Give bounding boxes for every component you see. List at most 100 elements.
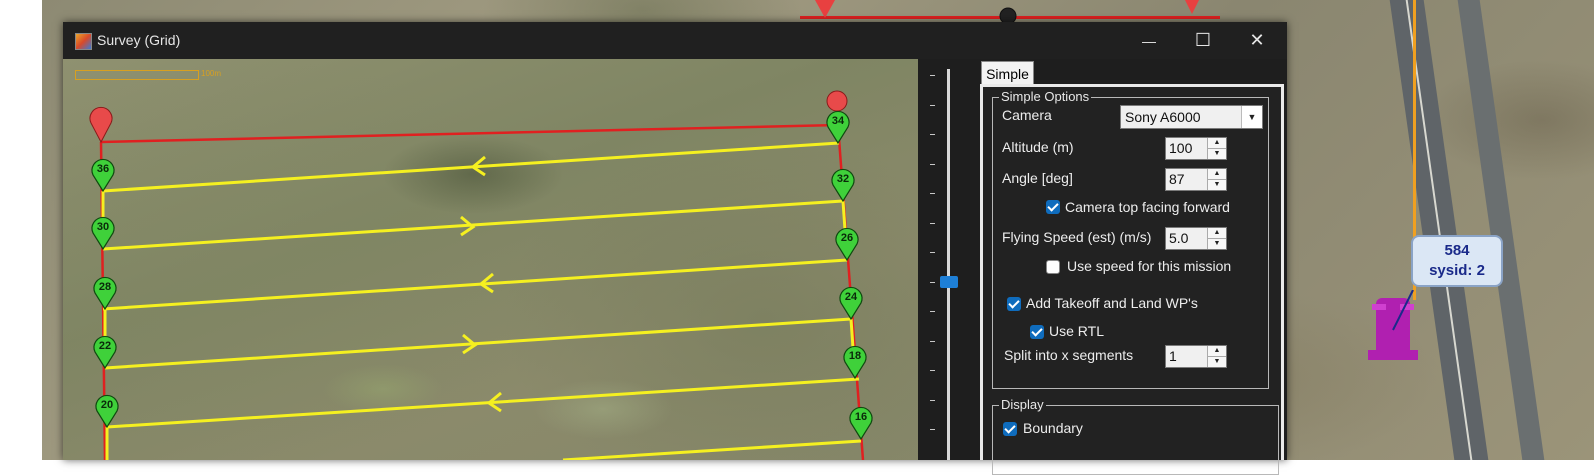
slider-tick (930, 75, 935, 76)
waypoint-marker[interactable]: 26 (835, 227, 859, 262)
stepper-up-icon[interactable]: ▲ (1208, 169, 1226, 180)
waypoint-number: 22 (99, 340, 111, 352)
display-group: Display (992, 397, 1279, 475)
vehicle-sysid: sysid: 2 (1429, 262, 1485, 279)
slider-tick (930, 222, 935, 224)
minimize-button[interactable]: — (1123, 22, 1175, 59)
waypoint-marker[interactable]: 16 (849, 406, 873, 441)
stepper-up-icon[interactable]: ▲ (1208, 346, 1226, 357)
use-rtl-checkbox[interactable] (1030, 325, 1044, 339)
stepper-down-icon[interactable]: ▼ (1208, 357, 1226, 367)
grid-line (102, 199, 844, 251)
vehicle-label: 584 sysid: 2 (1411, 235, 1503, 287)
slider-tick (930, 163, 935, 165)
waypoint-number: 30 (97, 221, 109, 233)
flying-speed-input[interactable]: 5.0 ▲ ▼ (1165, 227, 1227, 250)
stepper-up-icon[interactable]: ▲ (1208, 228, 1226, 239)
grid-line (104, 317, 852, 370)
vehicle-id: 584 (1444, 242, 1470, 259)
use-rtl-label[interactable]: Use RTL (1049, 323, 1104, 339)
slider-tick (930, 340, 935, 342)
slider-tick (930, 252, 935, 253)
altitude-value: 100 (1169, 140, 1193, 156)
slider-tick (930, 370, 935, 371)
waypoint-number: 34 (832, 115, 845, 127)
tab-page-simple: Simple Options Camera Sony A6000 ▼ Altit… (980, 84, 1284, 475)
app-icon (75, 33, 92, 50)
title-bar[interactable]: Survey (Grid) — ☐ ✕ (63, 22, 1287, 59)
waypoint-marker[interactable]: 36 (91, 158, 115, 193)
slider-tick (930, 311, 935, 312)
split-stepper[interactable]: ▲ ▼ (1207, 346, 1226, 367)
close-button[interactable]: ✕ (1231, 22, 1283, 59)
waypoint-number: 18 (849, 350, 861, 362)
camera-top-checkbox[interactable] (1046, 200, 1060, 214)
altitude-stepper[interactable]: ▲ ▼ (1207, 138, 1226, 159)
camera-label: Camera (1002, 107, 1052, 123)
camera-top-label[interactable]: Camera top facing forward (1065, 199, 1230, 215)
survey-grid-window: Survey (Grid) — ☐ ✕ 100m 36 30 28 22 20 … (63, 22, 1287, 475)
split-input[interactable]: 1 ▲ ▼ (1165, 345, 1227, 368)
stepper-down-icon[interactable]: ▼ (1208, 239, 1226, 249)
zoom-slider[interactable] (918, 59, 978, 460)
takeoff-land-checkbox[interactable] (1007, 297, 1021, 311)
tab-content: Simple Options Camera Sony A6000 ▼ Altit… (983, 87, 1281, 475)
slider-tick (930, 104, 935, 106)
stepper-down-icon[interactable]: ▼ (1208, 180, 1226, 190)
split-value: 1 (1169, 348, 1177, 364)
slider-thumb[interactable] (940, 276, 958, 288)
survey-map[interactable]: 100m 36 30 28 22 20 34 32 26 24 18 16 (63, 59, 918, 460)
flying-speed-stepper[interactable]: ▲ ▼ (1207, 228, 1226, 249)
altitude-label: Altitude (m) (1002, 139, 1074, 155)
waypoint-marker[interactable]: 22 (93, 335, 117, 370)
waypoint-number: 36 (97, 163, 109, 175)
waypoint-marker[interactable]: 28 (93, 276, 117, 311)
maximize-button[interactable]: ☐ (1177, 22, 1229, 59)
boundary-label[interactable]: Boundary (1023, 420, 1083, 436)
waypoint-number: 32 (837, 173, 849, 185)
stepper-up-icon[interactable]: ▲ (1208, 138, 1226, 149)
slider-tick (930, 281, 935, 283)
waypoint-marker[interactable]: 18 (843, 345, 867, 380)
waypoint-number: 28 (99, 281, 111, 293)
waypoint-marker[interactable]: 34 (826, 110, 850, 145)
waypoint-number: 20 (101, 399, 113, 411)
flying-speed-label: Flying Speed (est) (m/s) (1002, 229, 1152, 245)
window-title: Survey (Grid) (97, 32, 181, 48)
flying-speed-value: 5.0 (1169, 230, 1189, 246)
stepper-down-icon[interactable]: ▼ (1208, 149, 1226, 159)
waypoint-marker[interactable]: 24 (839, 286, 863, 321)
altitude-input[interactable]: 100 ▲ ▼ (1165, 137, 1227, 160)
grid-line (102, 258, 848, 311)
vehicle-icon[interactable] (1368, 290, 1418, 368)
waypoint-number: 24 (845, 291, 858, 303)
tab-simple[interactable]: Simple (981, 61, 1034, 85)
camera-select[interactable]: Sony A6000 ▼ (1120, 105, 1263, 129)
waypoint-marker[interactable]: 32 (831, 168, 855, 203)
takeoff-land-label[interactable]: Add Takeoff and Land WP's (1026, 295, 1198, 311)
boundary-checkbox[interactable] (1003, 422, 1017, 436)
display-label: Display (999, 397, 1046, 412)
camera-value: Sony A6000 (1125, 109, 1201, 125)
slider-tick (930, 429, 935, 430)
angle-label: Angle [deg] (1002, 170, 1073, 186)
options-panel: Simple Simple Options Camera Sony A6000 … (978, 59, 1287, 475)
chevron-down-icon[interactable]: ▼ (1241, 106, 1262, 128)
use-speed-checkbox[interactable] (1046, 260, 1060, 274)
angle-stepper[interactable]: ▲ ▼ (1207, 169, 1226, 190)
slider-tick (930, 193, 935, 194)
angle-input[interactable]: 87 ▲ ▼ (1165, 168, 1227, 191)
waypoint-marker[interactable]: 30 (91, 216, 115, 251)
simple-options-label: Simple Options (999, 89, 1092, 104)
slider-tick (930, 399, 935, 401)
survey-grid-overlay[interactable]: 36 30 28 22 20 34 32 26 24 18 16 (63, 59, 918, 460)
slider-tick (930, 134, 935, 135)
use-speed-label[interactable]: Use speed for this mission (1067, 258, 1231, 274)
waypoint-number: 26 (841, 232, 853, 244)
split-label: Split into x segments (1004, 347, 1134, 363)
waypoint-number: 16 (855, 411, 867, 423)
grid-line (562, 439, 862, 460)
waypoint-marker[interactable]: 20 (95, 394, 119, 429)
angle-value: 87 (1169, 171, 1185, 187)
grid-line (106, 377, 860, 429)
